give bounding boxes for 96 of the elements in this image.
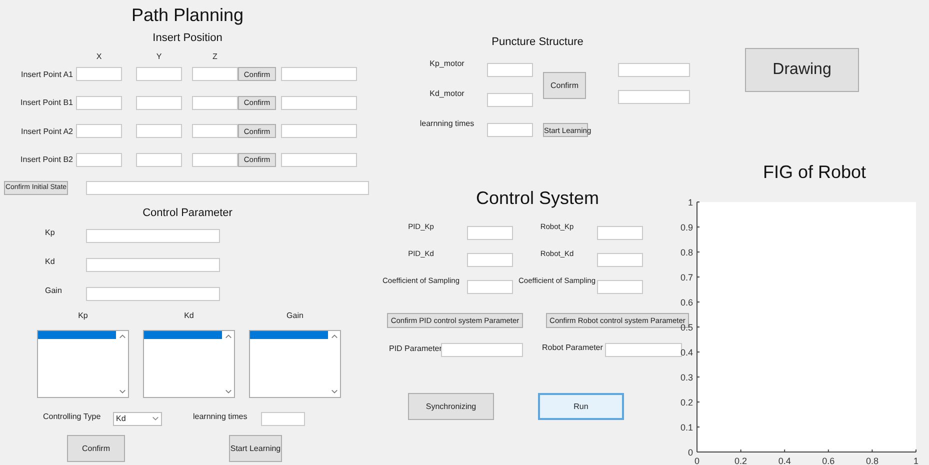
- parameter-label: Kp_motor: [428, 59, 466, 70]
- run-button[interactable]: Run: [538, 393, 624, 420]
- list-row[interactable]: [144, 330, 222, 338]
- pid-parameter-field[interactable]: [441, 343, 523, 357]
- scroll-up-icon[interactable]: [224, 334, 232, 338]
- parameter-field[interactable]: [467, 253, 513, 267]
- y-tick-label: 0.8: [680, 248, 693, 258]
- y-tick-label: 0.9: [680, 222, 693, 232]
- parameter-field[interactable]: [86, 258, 220, 272]
- parameter-field[interactable]: [487, 63, 533, 77]
- parameter-field[interactable]: [597, 280, 643, 294]
- axis-label: Z: [212, 52, 218, 62]
- coordinate-field[interactable]: [192, 124, 238, 138]
- y-tick-label: 0.4: [680, 348, 693, 358]
- section-title: Path Planning: [130, 5, 245, 25]
- coordinate-field[interactable]: [76, 152, 122, 166]
- coordinate-field[interactable]: [192, 152, 238, 166]
- list-label: Gain: [286, 310, 304, 320]
- parameter-field[interactable]: [86, 286, 220, 300]
- x-tick-label: 0.8: [866, 456, 878, 465]
- confirm-button[interactable]: Confirm: [543, 72, 586, 99]
- list-row[interactable]: [38, 330, 116, 338]
- parameter-label: learnning times: [418, 119, 476, 130]
- confirm-button[interactable]: Confirm: [67, 434, 125, 462]
- coordinate-field[interactable]: [136, 96, 182, 110]
- parameter-field[interactable]: [86, 228, 220, 242]
- result-field[interactable]: [281, 96, 357, 110]
- drawing-button[interactable]: Drawing: [745, 48, 859, 92]
- result-field[interactable]: [618, 63, 690, 77]
- list-box[interactable]: [143, 330, 235, 398]
- x-tick-label: 1: [914, 456, 918, 465]
- controlling-type-dropdown[interactable]: Kd: [113, 412, 162, 426]
- list-box[interactable]: [249, 330, 341, 398]
- scroll-up-icon[interactable]: [118, 334, 126, 338]
- y-tick-label: 0.2: [680, 398, 693, 408]
- point-label: Insert Point B2: [20, 155, 73, 164]
- parameter-field[interactable]: [467, 280, 513, 294]
- chart-title: FIG of Robot: [762, 162, 868, 182]
- parameter-label: Kd_motor: [428, 89, 466, 100]
- scroll-down-icon[interactable]: [118, 388, 126, 394]
- coordinate-field[interactable]: [76, 124, 122, 138]
- result-field[interactable]: [281, 124, 357, 138]
- coordinate-field[interactable]: [136, 67, 182, 81]
- list-box[interactable]: [37, 330, 129, 398]
- controlling-type-label: Controlling Type: [43, 412, 102, 421]
- parameter-label: Kp: [44, 228, 56, 237]
- pid-parameter-label: PID Parameter: [389, 344, 441, 352]
- robot-parameter-label: Robot Parameter: [542, 342, 604, 352]
- section-title: Insert Position: [152, 32, 224, 45]
- coordinate-field[interactable]: [192, 67, 238, 81]
- y-tick-label: 0.3: [680, 372, 693, 382]
- result-field[interactable]: [618, 90, 690, 104]
- coordinate-field[interactable]: [136, 124, 182, 138]
- scroll-down-icon[interactable]: [224, 388, 232, 394]
- learning-times-label: learnning times: [193, 412, 248, 421]
- parameter-field[interactable]: [487, 93, 533, 107]
- list-label: Kp: [78, 310, 88, 320]
- parameter-label: Kd: [44, 257, 56, 266]
- parameter-field[interactable]: [467, 226, 513, 240]
- scroll-up-icon[interactable]: [330, 334, 338, 338]
- list-label: Kd: [184, 310, 194, 320]
- synchronizing-button[interactable]: Synchronizing: [408, 393, 494, 420]
- point-label: Insert Point A1: [20, 70, 73, 78]
- point-label: Insert Point A2: [20, 126, 73, 136]
- x-tick-label: 0.6: [822, 456, 835, 465]
- result-field[interactable]: [281, 152, 357, 166]
- x-tick-label: 0.4: [778, 456, 791, 465]
- parameter-field[interactable]: [487, 123, 533, 137]
- y-tick-label: 0.6: [680, 298, 693, 308]
- y-tick-label: 0.7: [680, 272, 693, 282]
- section-title: Control System: [474, 188, 600, 208]
- y-tick-label: 0: [688, 448, 693, 458]
- x-tick-label: 0.2: [734, 456, 748, 465]
- section-title: Puncture Structure: [490, 36, 584, 49]
- point-label: Insert Point B1: [20, 98, 73, 107]
- learning-times-field[interactable]: [261, 412, 305, 426]
- coordinate-field[interactable]: [76, 96, 122, 110]
- section-title: Control Parameter: [142, 206, 234, 220]
- list-row[interactable]: [250, 330, 328, 338]
- parameter-field[interactable]: [597, 226, 643, 240]
- x-tick-label: 0: [694, 456, 700, 465]
- result-field[interactable]: [281, 67, 357, 81]
- robot-parameter-field[interactable]: [605, 343, 682, 357]
- parameter-label: Gain: [44, 286, 63, 295]
- coordinate-field[interactable]: [76, 67, 122, 81]
- parameter-field[interactable]: [597, 253, 643, 267]
- caret-icon: [152, 416, 159, 421]
- y-tick-label: 1: [688, 198, 693, 208]
- coordinate-field[interactable]: [136, 152, 182, 166]
- axis-label: X: [95, 52, 103, 62]
- initial-state-field[interactable]: [86, 180, 369, 194]
- y-tick-label: 0.1: [680, 422, 693, 432]
- scroll-down-icon[interactable]: [330, 388, 338, 394]
- start-learning-button[interactable]: Start Learning: [229, 434, 282, 462]
- axis-label: Y: [155, 52, 163, 62]
- coordinate-field[interactable]: [192, 96, 238, 110]
